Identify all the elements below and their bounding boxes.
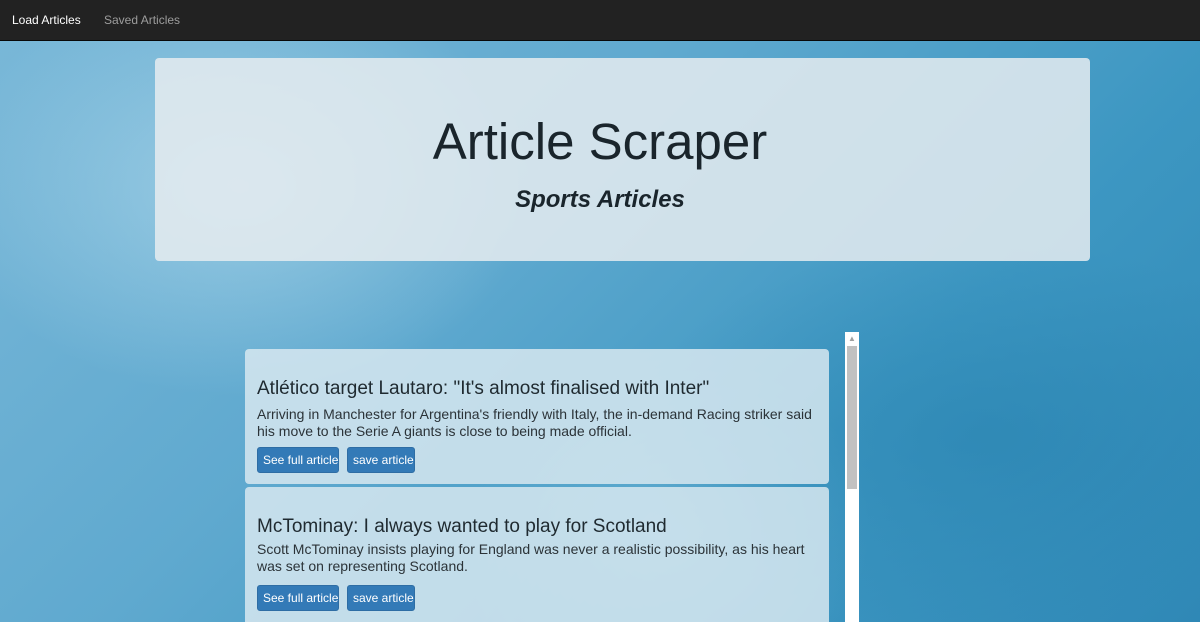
save-article-button[interactable]: save article [347, 447, 415, 473]
article-summary: Arriving in Manchester for Argentina's f… [257, 406, 812, 439]
save-article-button[interactable]: save article [347, 585, 415, 611]
scrollbar-thumb[interactable] [847, 346, 857, 489]
scroll-up-arrow-icon[interactable]: ▲ [845, 332, 859, 346]
see-full-article-button[interactable]: See full article [257, 585, 339, 611]
article-title: Atlético target Lautaro: "It's almost fi… [257, 378, 710, 399]
top-navbar: Load Articles Saved Articles [0, 0, 1200, 41]
article-card: Atlético target Lautaro: "It's almost fi… [245, 349, 829, 484]
page-subtitle: Sports Articles [515, 186, 685, 213]
articles-list[interactable]: Atlético target Lautaro: "It's almost fi… [245, 332, 859, 622]
nav-load-articles[interactable]: Load Articles [12, 13, 81, 27]
nav-saved-articles[interactable]: Saved Articles [104, 13, 180, 27]
articles-scrollbar[interactable]: ▲ [845, 332, 859, 622]
article-title: McTominay: I always wanted to play for S… [257, 516, 667, 537]
see-full-article-button[interactable]: See full article [257, 447, 339, 473]
page-title: Article Scraper [432, 113, 768, 170]
article-summary: Scott McTominay insists playing for Engl… [257, 541, 805, 574]
article-card: McTominay: I always wanted to play for S… [245, 487, 829, 622]
